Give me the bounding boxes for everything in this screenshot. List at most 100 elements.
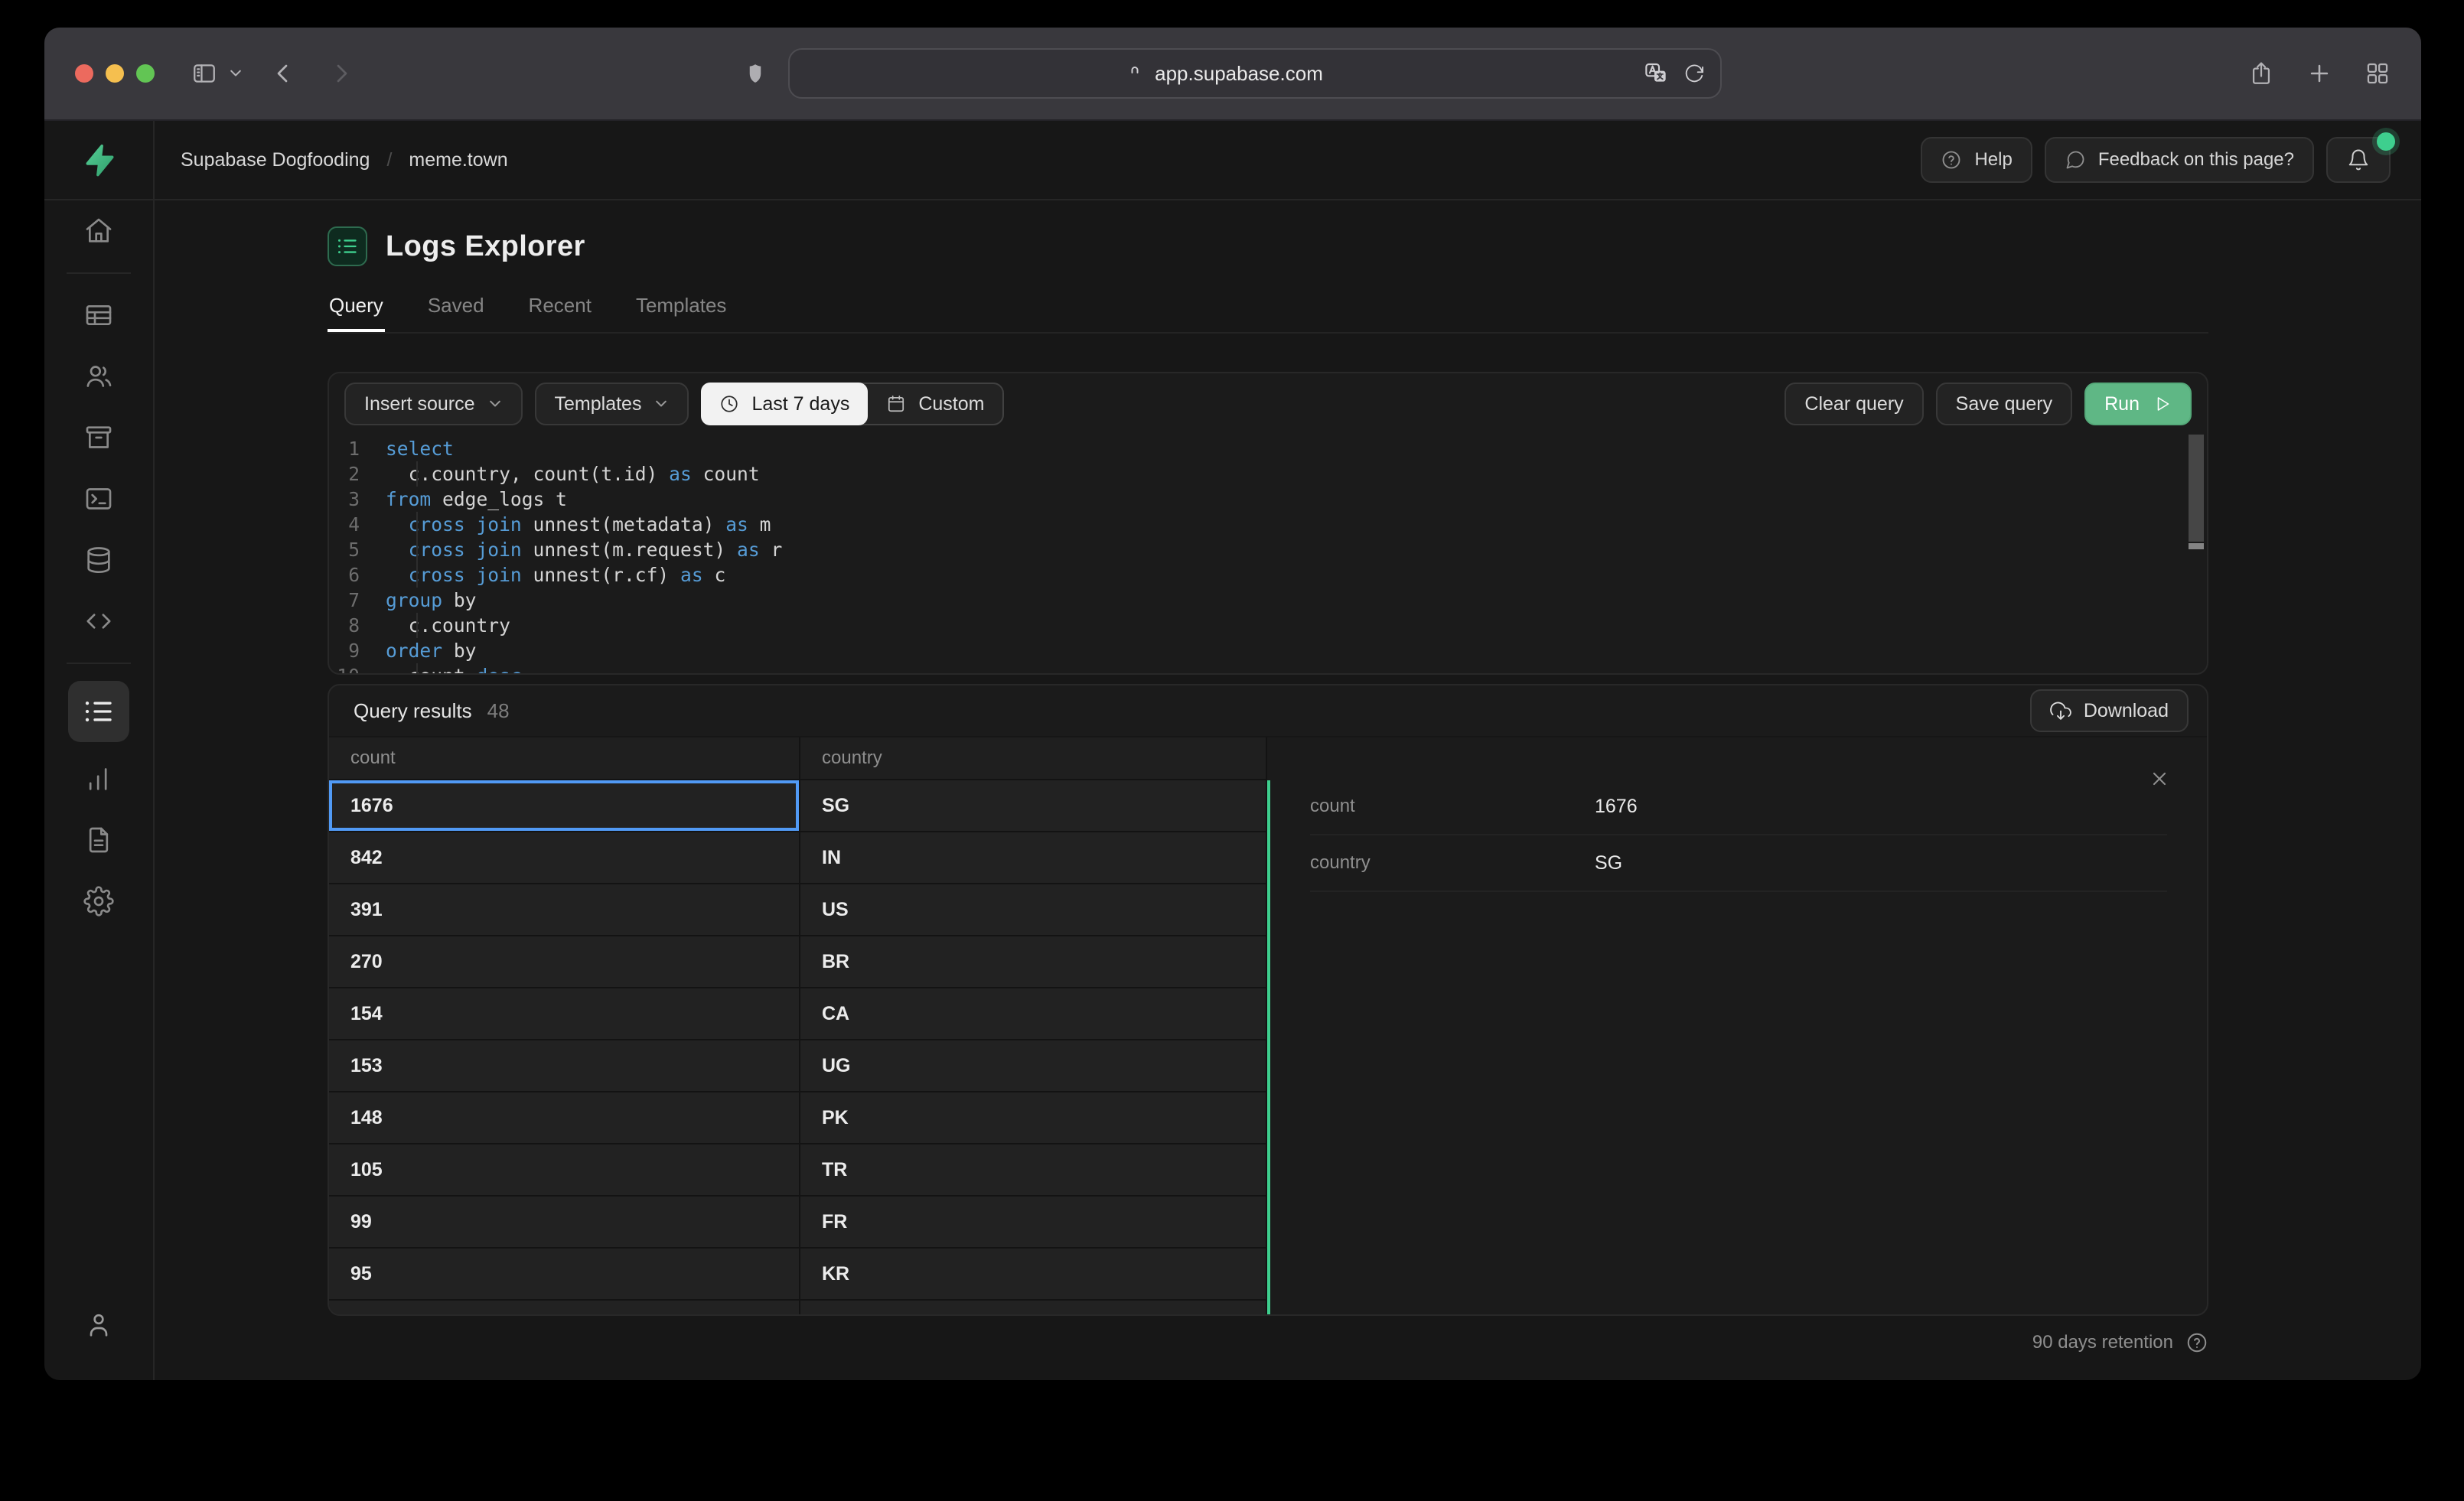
cell-count[interactable]: 391 xyxy=(329,884,800,936)
sidebar-item-table-editor[interactable] xyxy=(71,288,126,343)
cell-country[interactable]: IN xyxy=(800,832,1267,884)
cell-country[interactable]: US xyxy=(800,884,1267,936)
chevron-down-icon[interactable] xyxy=(228,66,243,81)
question-circle-icon[interactable] xyxy=(2185,1331,2208,1354)
sidebar-item-storage[interactable] xyxy=(71,410,126,465)
sidebar-item-auth[interactable] xyxy=(71,349,126,404)
breadcrumb-project[interactable]: Supabase Dogfooding xyxy=(181,149,370,171)
cell-count[interactable]: 95 xyxy=(329,1249,800,1301)
footer-note: 90 days retention xyxy=(328,1331,2208,1354)
docs-icon xyxy=(83,825,114,855)
page-title: Logs Explorer xyxy=(386,230,585,262)
column-header-country[interactable]: country xyxy=(800,737,1267,780)
cell-count[interactable]: 153 xyxy=(329,1040,800,1092)
line-number: 1 xyxy=(348,438,360,460)
sidebar-item-settings[interactable] xyxy=(71,874,126,929)
insert-source-button[interactable]: Insert source xyxy=(344,383,523,425)
cell-country[interactable]: PK xyxy=(800,1092,1267,1144)
list-icon xyxy=(337,236,358,257)
cell-country[interactable]: CA xyxy=(800,988,1267,1040)
address-bar[interactable]: app.supabase.com xyxy=(788,48,1722,99)
clear-query-button[interactable]: Clear query xyxy=(1784,383,1924,425)
new-tab-icon[interactable] xyxy=(2306,60,2332,86)
zoom-window-button[interactable] xyxy=(136,64,155,83)
cell-count[interactable]: 154 xyxy=(329,988,800,1040)
storage-icon xyxy=(83,422,114,453)
calendar-icon xyxy=(886,394,906,414)
sql-code-editor[interactable]: 1 select 2 c.country, count(t.id) as count… xyxy=(329,436,2207,673)
templates-button[interactable]: Templates xyxy=(534,383,689,425)
close-window-button[interactable] xyxy=(75,64,93,83)
code-line: 8 c.country xyxy=(329,613,2207,638)
sidebar-item-home[interactable] xyxy=(71,203,126,259)
header-actions: Help Feedback on this page? xyxy=(1921,132,2421,183)
code-line: 4 cross join unnest(metadata) as m xyxy=(329,512,2207,537)
results-header: Query results 48 Download xyxy=(329,685,2207,737)
browser-window: app.supabase.com Supabase Dogfooding / m… xyxy=(44,28,2421,1380)
code-line: 7 group by xyxy=(329,588,2207,613)
tab-bar: Query Saved Recent Templates xyxy=(328,291,2208,334)
browser-toolbar: app.supabase.com xyxy=(44,28,2421,121)
cell-country[interactable]: BR xyxy=(800,936,1267,988)
clear-query-label: Clear query xyxy=(1804,392,1904,415)
help-button[interactable]: Help xyxy=(1921,137,2032,183)
column-header-count[interactable]: count xyxy=(329,737,800,780)
feedback-button[interactable]: Feedback on this page? xyxy=(2044,137,2314,183)
cell-count[interactable]: 842 xyxy=(329,832,800,884)
sidebar-item-docs[interactable] xyxy=(71,812,126,868)
line-number: 4 xyxy=(348,513,360,536)
minimize-window-button[interactable] xyxy=(106,64,124,83)
sidebar-item-logs[interactable] xyxy=(68,681,129,742)
cell-count[interactable]: 148 xyxy=(329,1092,800,1144)
tab-recent[interactable]: Recent xyxy=(527,291,593,332)
sidebar-item-sql-editor[interactable] xyxy=(71,471,126,526)
download-button[interactable]: Download xyxy=(2029,689,2189,732)
tab-overview-icon[interactable] xyxy=(2365,60,2391,86)
left-rail xyxy=(44,200,155,1380)
editor-scrollbar-thumb[interactable] xyxy=(2189,435,2204,549)
translate-icon[interactable] xyxy=(1644,61,1668,86)
rail-divider xyxy=(67,272,131,274)
download-label: Download xyxy=(2083,699,2169,721)
custom-range-segment[interactable]: Custom xyxy=(868,384,1002,424)
notifications-button[interactable] xyxy=(2326,132,2395,183)
sidebar-item-database[interactable] xyxy=(71,532,126,588)
cell-country[interactable]: TR xyxy=(800,1144,1267,1197)
cell-country[interactable]: FR xyxy=(800,1197,1267,1249)
cell-count[interactable]: 1676 xyxy=(329,780,800,832)
table-row: 148 PK xyxy=(329,1092,1267,1144)
table-row: 842 IN xyxy=(329,832,1267,884)
privacy-shield-icon[interactable] xyxy=(744,62,767,85)
results-table: count country 1676 SG 842 IN 391 US 270 BR 154 CA 15… xyxy=(329,737,1267,1314)
save-query-button[interactable]: Save query xyxy=(1935,383,2073,425)
cell-count[interactable]: 105 xyxy=(329,1144,800,1197)
close-icon[interactable] xyxy=(2149,768,2170,790)
last-7-days-segment[interactable]: Last 7 days xyxy=(701,383,869,425)
run-query-button[interactable]: Run xyxy=(2084,383,2192,425)
tab-saved[interactable]: Saved xyxy=(426,291,486,332)
cell-count[interactable]: 99 xyxy=(329,1197,800,1249)
url-text: app.supabase.com xyxy=(1155,61,1323,85)
reload-icon[interactable] xyxy=(1683,63,1705,84)
sidebar-toggle-icon[interactable] xyxy=(191,60,217,86)
back-icon[interactable] xyxy=(271,61,295,86)
tab-query[interactable]: Query xyxy=(328,291,386,332)
share-icon[interactable] xyxy=(2248,60,2274,86)
tab-templates[interactable]: Templates xyxy=(634,291,728,332)
cell-country[interactable]: SG xyxy=(800,780,1267,832)
supabase-logo-icon[interactable] xyxy=(81,142,116,177)
detail-fields: count 1676 country SG xyxy=(1270,779,2207,892)
code-line: 9 order by xyxy=(329,638,2207,663)
detail-label: count xyxy=(1310,796,1355,816)
cell-count[interactable]: 270 xyxy=(329,936,800,988)
breadcrumb-page[interactable]: meme.town xyxy=(409,149,507,171)
cell-country[interactable]: KR xyxy=(800,1249,1267,1301)
sidebar-item-api[interactable] xyxy=(71,594,126,649)
play-icon xyxy=(2153,395,2172,413)
sidebar-item-reports[interactable] xyxy=(71,751,126,806)
forward-icon xyxy=(329,61,354,86)
account-avatar-icon[interactable] xyxy=(83,1310,114,1340)
results-title: Query results xyxy=(354,698,472,722)
table-row: 154 CA xyxy=(329,988,1267,1040)
cell-country[interactable]: UG xyxy=(800,1040,1267,1092)
